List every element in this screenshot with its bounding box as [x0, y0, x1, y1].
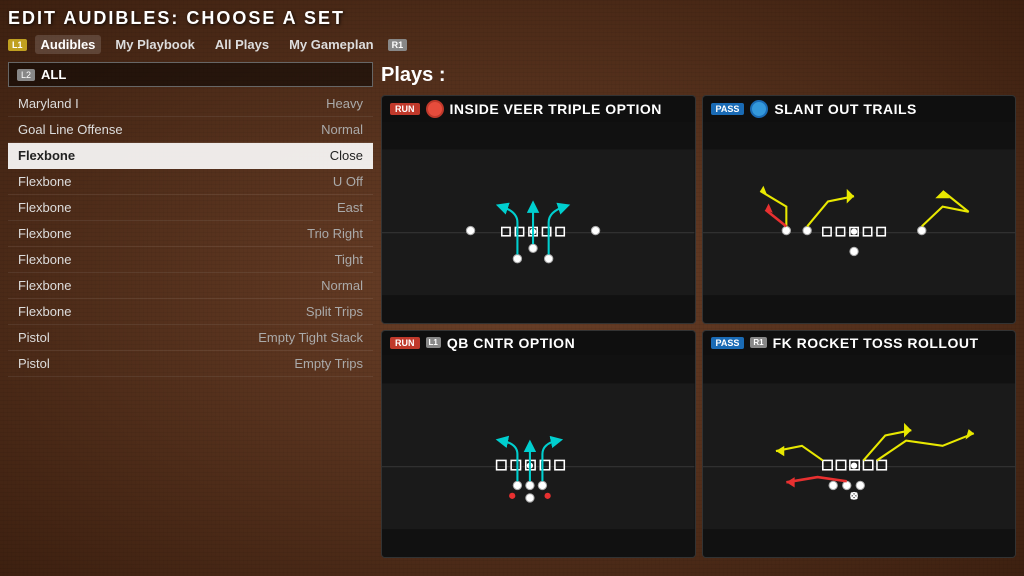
formation-item-2[interactable]: Flexbone Close	[8, 143, 373, 169]
formation-name-8: Flexbone	[18, 304, 71, 319]
plays-grid: RUN INSIDE VEER TRIPLE OPTION	[381, 95, 1016, 558]
filter-badge: L2	[17, 69, 35, 81]
tab-badge-l1: L1	[8, 39, 27, 51]
play-badge-r1-4: R1	[750, 337, 766, 348]
formation-item-0[interactable]: Maryland I Heavy	[8, 91, 373, 117]
tab-my-gameplan[interactable]: My Gameplan	[283, 35, 380, 54]
play-card-2[interactable]: PASS SLANT OUT TRAILS	[702, 95, 1017, 324]
formation-variant-5: Trio Right	[307, 226, 363, 241]
formation-name-7: Flexbone	[18, 278, 71, 293]
play-name-4: FK ROCKET TOSS ROLLOUT	[773, 335, 979, 351]
play-card-4[interactable]: PASS R1 FK ROCKET TOSS ROLLOUT	[702, 330, 1017, 559]
formation-name-9: Pistol	[18, 330, 50, 345]
formation-item-7[interactable]: Flexbone Normal	[8, 273, 373, 299]
play-field-3	[382, 355, 695, 558]
play-type-badge-2: PASS	[711, 103, 745, 115]
formation-variant-6: Tight	[335, 252, 363, 267]
plays-label: Plays :	[381, 64, 445, 87]
formation-name-6: Flexbone	[18, 252, 71, 267]
formation-item-1[interactable]: Goal Line Offense Normal	[8, 117, 373, 143]
formation-variant-0: Heavy	[326, 96, 363, 111]
play-card-3[interactable]: RUN L1 QB CNTR OPTION	[381, 330, 696, 559]
play-card-1[interactable]: RUN INSIDE VEER TRIPLE OPTION	[381, 95, 696, 324]
play-badge-l1-3: L1	[426, 337, 441, 348]
pass-icon-2	[750, 100, 768, 118]
formation-item-5[interactable]: Flexbone Trio Right	[8, 221, 373, 247]
formation-name-2: Flexbone	[18, 148, 75, 163]
formation-item-10[interactable]: Pistol Empty Trips	[8, 351, 373, 377]
formation-name-3: Flexbone	[18, 174, 71, 189]
play-card-1-header: RUN INSIDE VEER TRIPLE OPTION	[382, 96, 695, 122]
play-type-badge-4: PASS	[711, 337, 745, 349]
formation-variant-3: U Off	[333, 174, 363, 189]
formation-variant-4: East	[337, 200, 363, 215]
left-panel: L2 ALL Maryland I Heavy Goal Line Offens…	[8, 62, 373, 558]
formation-name-10: Pistol	[18, 356, 50, 371]
run-icon-1	[426, 100, 444, 118]
formation-item-9[interactable]: Pistol Empty Tight Stack	[8, 325, 373, 351]
formation-item-4[interactable]: Flexbone East	[8, 195, 373, 221]
play-field-2	[703, 122, 1016, 323]
right-panel: Plays : RUN INSIDE VEER TRIPLE OPTION	[381, 62, 1016, 558]
formation-item-3[interactable]: Flexbone U Off	[8, 169, 373, 195]
play-type-badge-3: RUN	[390, 337, 420, 349]
formation-variant-10: Empty Trips	[294, 356, 363, 371]
tab-audibles[interactable]: Audibles	[35, 35, 102, 54]
plays-header: Plays :	[381, 62, 1016, 89]
formation-item-8[interactable]: Flexbone Split Trips	[8, 299, 373, 325]
filter-bar[interactable]: L2 ALL	[8, 62, 373, 87]
play-name-3: QB CNTR OPTION	[447, 335, 575, 351]
play-card-2-header: PASS SLANT OUT TRAILS	[703, 96, 1016, 122]
formation-variant-1: Normal	[321, 122, 363, 137]
play-name-1: INSIDE VEER TRIPLE OPTION	[450, 101, 662, 117]
play-card-4-header: PASS R1 FK ROCKET TOSS ROLLOUT	[703, 331, 1016, 355]
formation-variant-2: Close	[330, 148, 363, 163]
filter-value: ALL	[41, 67, 66, 82]
play-name-2: SLANT OUT TRAILS	[774, 101, 917, 117]
tabs-bar: L1 Audibles My Playbook All Plays My Gam…	[8, 35, 1016, 54]
formation-item-6[interactable]: Flexbone Tight	[8, 247, 373, 273]
tab-all-plays[interactable]: All Plays	[209, 35, 275, 54]
play-field-4	[703, 355, 1016, 558]
page-title: EDIT AUDIBLES: CHOOSE A SET	[8, 8, 1016, 29]
tab-my-playbook[interactable]: My Playbook	[109, 35, 200, 54]
formation-variant-9: Empty Tight Stack	[258, 330, 363, 345]
formation-list: Maryland I Heavy Goal Line Offense Norma…	[8, 91, 373, 558]
formation-name-5: Flexbone	[18, 226, 71, 241]
play-field-1	[382, 122, 695, 323]
play-card-3-header: RUN L1 QB CNTR OPTION	[382, 331, 695, 355]
formation-variant-8: Split Trips	[306, 304, 363, 319]
formation-name-0: Maryland I	[18, 96, 79, 111]
tab-badge-r1: R1	[388, 39, 408, 51]
play-type-badge-1: RUN	[390, 103, 420, 115]
formation-variant-7: Normal	[321, 278, 363, 293]
formation-name-1: Goal Line Offense	[18, 122, 123, 137]
formation-name-4: Flexbone	[18, 200, 71, 215]
